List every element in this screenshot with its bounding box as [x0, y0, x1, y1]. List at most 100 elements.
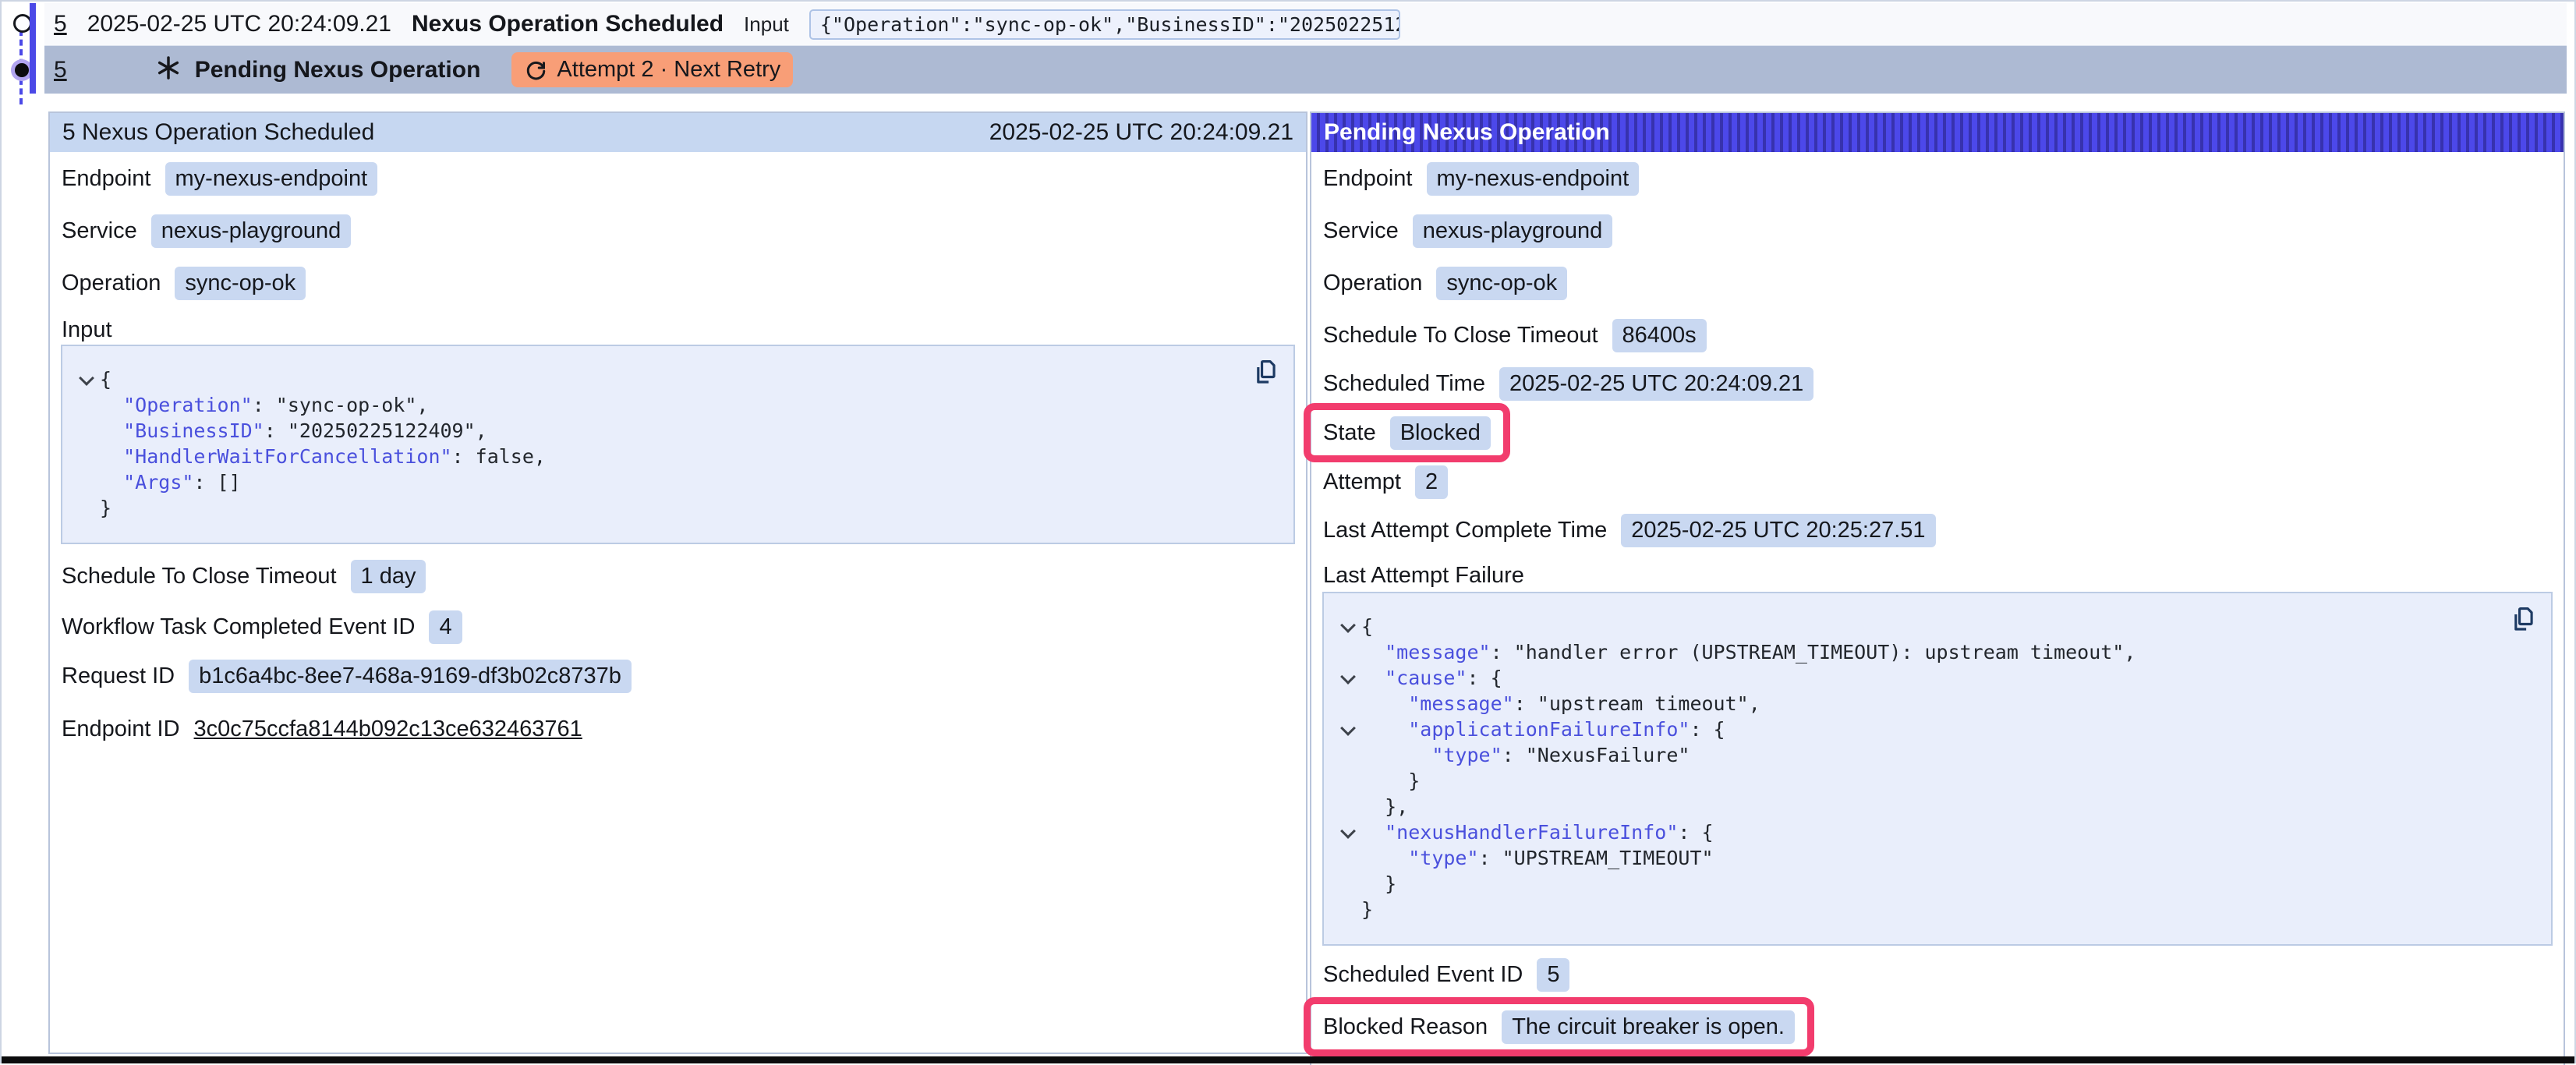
code-text: {: [100, 366, 111, 392]
failure-section-label: Last Attempt Failure: [1323, 562, 2564, 589]
field-value-badge: sync-op-ok: [1436, 267, 1567, 300]
code-text: "type": "UPSTREAM_TIMEOUT": [1361, 845, 1714, 871]
timeline-gutter: [2, 2, 44, 111]
field-value-badge: 2025-02-25 UTC 20:25:27.51: [1621, 514, 1935, 547]
event-detail-header-time: 2025-02-25 UTC 20:24:09.21: [989, 119, 1293, 146]
field-row: Endpoint my-nexus-endpoint: [1323, 161, 2564, 196]
code-gutter: [1335, 614, 1361, 631]
event-detail-header: 5 Nexus Operation Scheduled 2025-02-25 U…: [50, 113, 1306, 152]
field-row: Request ID b1c6a4bc-8ee7-468a-9169-df3b0…: [62, 658, 1306, 694]
field-row: Operation sync-op-ok: [62, 265, 1306, 301]
copy-button[interactable]: [1250, 357, 1281, 388]
code-text: }: [100, 495, 111, 521]
collapse-chevron-icon[interactable]: [1340, 617, 1356, 633]
code-line: "BusinessID": "20250225122409",: [73, 418, 1247, 444]
copy-icon: [1251, 357, 1280, 387]
field-value-badge: nexus-playground: [1413, 214, 1613, 248]
code-text: "Operation": "sync-op-ok",: [100, 392, 428, 418]
pending-operation-header-title: Pending Nexus Operation: [1324, 119, 1610, 146]
code-text: "BusinessID": "20250225122409",: [100, 418, 487, 444]
endpoint-id-link[interactable]: 3c0c75ccfa8144b092c13ce632463761: [194, 716, 582, 742]
field-label: Attempt: [1323, 469, 1401, 495]
field-row: Endpoint my-nexus-endpoint: [62, 161, 1306, 196]
event-title: Nexus Operation Scheduled: [412, 11, 724, 37]
code-line: "Operation": "sync-op-ok",: [73, 392, 1247, 418]
field-value-badge: 4: [429, 610, 462, 644]
field-label: Endpoint: [1323, 166, 1413, 192]
field-row: Last Attempt Complete Time 2025-02-25 UT…: [1323, 512, 2564, 548]
event-detail-panel: 5 Nexus Operation Scheduled 2025-02-25 U…: [48, 111, 1307, 1054]
code-line: }: [1335, 768, 2504, 794]
code-line: {: [73, 366, 1247, 392]
field-label: Workflow Task Completed Event ID: [62, 614, 415, 640]
field-label: Schedule To Close Timeout: [62, 564, 337, 589]
code-line: "type": "UPSTREAM_TIMEOUT": [1335, 845, 2504, 871]
failure-json-viewer: { "message": "handler error (UPSTREAM_TI…: [1322, 592, 2553, 946]
code-text: "type": "NexusFailure": [1361, 742, 1690, 768]
endpoint-id-row: Endpoint ID 3c0c75ccfa8144b092c13ce63246…: [62, 711, 1306, 747]
field-value-badge: 5: [1537, 958, 1569, 992]
code-gutter: [1335, 665, 1361, 682]
input-label: Input: [744, 12, 789, 37]
state-row: State Blocked: [1323, 415, 1491, 451]
field-label: Operation: [1323, 271, 1422, 296]
state-value-badge: Blocked: [1390, 416, 1491, 450]
collapse-chevron-icon[interactable]: [1340, 823, 1356, 839]
input-section-label: Input: [62, 317, 1306, 343]
bottom-edge-line: [2, 1056, 2574, 1063]
field-value-badge: b1c6a4bc-8ee7-468a-9169-df3b02c8737b: [189, 660, 632, 693]
event-timestamp: 2025-02-25 UTC 20:24:09.21: [87, 11, 391, 37]
attempt-retry-text: Attempt 2 · Next Retry: [557, 57, 780, 83]
field-value-badge: nexus-playground: [151, 214, 352, 248]
code-line: },: [1335, 794, 2504, 819]
code-line: "HandlerWaitForCancellation": false,: [73, 444, 1247, 469]
field-value-badge: 86400s: [1612, 319, 1707, 352]
selected-rows-accent-bar: [30, 3, 36, 94]
code-text: }: [1361, 897, 1373, 922]
field-label: Last Attempt Complete Time: [1323, 518, 1607, 543]
pending-operation-panel: Pending Nexus Operation Endpoint my-nexu…: [1310, 111, 2565, 1065]
code-text: "message": "upstream timeout",: [1361, 691, 1760, 716]
field-row: Schedule To Close Timeout 1 day: [62, 558, 1306, 594]
retry-icon: [524, 58, 547, 82]
field-label: Scheduled Time: [1323, 371, 1485, 397]
code-line: "applicationFailureInfo": {: [1335, 716, 2504, 742]
blocked-reason-row: Blocked Reason The circuit breaker is op…: [1323, 1009, 1795, 1045]
code-line: "message": "handler error (UPSTREAM_TIME…: [1335, 639, 2504, 665]
code-line: "message": "upstream timeout",: [1335, 691, 2504, 716]
code-text: "HandlerWaitForCancellation": false,: [100, 444, 546, 469]
collapse-chevron-icon[interactable]: [79, 370, 94, 386]
pending-asterisk-icon: [156, 55, 181, 84]
field-row: Service nexus-playground: [1323, 213, 2564, 249]
copy-button[interactable]: [2507, 604, 2539, 635]
code-text: },: [1361, 794, 1408, 819]
input-preview-chip: {"Operation":"sync-op-ok","BusinessID":"…: [809, 9, 1400, 40]
code-text: "cause": {: [1361, 665, 1502, 691]
code-line: }: [1335, 871, 2504, 897]
code-text: }: [1361, 871, 1396, 897]
event-id-link[interactable]: 5: [54, 11, 67, 37]
event-title: Pending Nexus Operation: [195, 57, 481, 83]
state-annotation-highlight: State Blocked: [1304, 403, 1510, 462]
collapse-chevron-icon[interactable]: [1340, 720, 1356, 736]
pending-operation-header: Pending Nexus Operation: [1311, 113, 2564, 152]
event-row-scheduled[interactable]: 5 2025-02-25 UTC 20:24:09.21 Nexus Opera…: [44, 3, 2567, 46]
field-row: Scheduled Time 2025-02-25 UTC 20:24:09.2…: [1323, 366, 2564, 402]
code-gutter: [1335, 716, 1361, 734]
event-id-link[interactable]: 5: [54, 57, 67, 83]
field-label: Blocked Reason: [1323, 1014, 1488, 1040]
event-row-pending[interactable]: 5 Pending Nexus Operation Attempt 2 · Ne…: [44, 46, 2567, 94]
field-label: Operation: [62, 271, 161, 296]
field-value-badge: sync-op-ok: [175, 267, 306, 300]
code-line: }: [73, 495, 1247, 521]
code-gutter: [1335, 819, 1361, 837]
code-text: "applicationFailureInfo": {: [1361, 716, 1725, 742]
field-row: Service nexus-playground: [62, 213, 1306, 249]
field-label: Service: [62, 218, 137, 244]
collapse-chevron-icon[interactable]: [1340, 669, 1356, 685]
code-line: }: [1335, 897, 2504, 922]
attempt-retry-badge: Attempt 2 · Next Retry: [511, 52, 793, 87]
code-text: "Args": []: [100, 469, 241, 495]
field-value-badge: my-nexus-endpoint: [1427, 162, 1640, 196]
field-value-badge: my-nexus-endpoint: [165, 162, 378, 196]
